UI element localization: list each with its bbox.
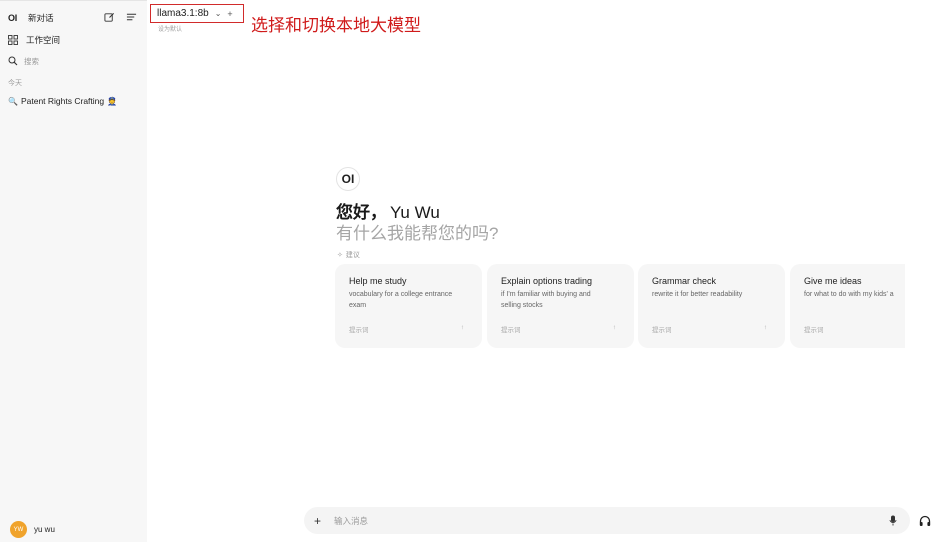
suggestion-card[interactable]: Help me study vocabulary for a college e… (335, 264, 482, 348)
card-desc: exam (349, 302, 367, 309)
chat-list-item[interactable]: 🔍 Patent Rights Crafting 👮 (8, 96, 140, 106)
sidebar-item-workspace[interactable]: 工作空间 (8, 34, 60, 46)
section-today: 今天 (8, 80, 22, 87)
workspace-label: 工作空间 (26, 35, 61, 45)
edit-icon[interactable] (103, 11, 115, 23)
oi-logo-small: OI (8, 13, 17, 23)
model-selector[interactable]: llama3.1:8b ⌄ + (150, 4, 244, 23)
card-footer: 提示词 ↑ (501, 324, 616, 334)
suggestion-card[interactable]: Explain options trading if I'm familiar … (487, 264, 634, 348)
card-desc: vocabulary for a college entrance (349, 291, 453, 298)
suggestion-cards: Help me study vocabulary for a college e… (335, 264, 905, 348)
grid-icon (8, 34, 22, 46)
suggestions-text: 建议 (345, 252, 360, 259)
search-icon (8, 55, 22, 67)
police-emoji: 👮 (107, 96, 118, 106)
search-placeholder[interactable]: 搜索 (24, 56, 39, 67)
card-desc: rewrite it for better readability (652, 291, 743, 298)
card-desc: selling stocks (501, 302, 543, 309)
card-footer: 提示词 ↑ (652, 324, 767, 334)
menu-icon[interactable] (125, 11, 137, 23)
sidebar-actions (103, 11, 137, 23)
suggestion-card[interactable]: Give me ideas for what to do with my kid… (790, 264, 905, 348)
chat-title: Patent Rights Crafting (20, 96, 105, 106)
card-title: Grammar check (652, 276, 717, 286)
card-footer: 提示词 (804, 324, 905, 334)
magnifier-emoji: 🔍 (8, 96, 18, 106)
add-model-icon[interactable]: + (227, 9, 232, 19)
user-profile[interactable]: YW yu wu (10, 521, 55, 538)
microphone-icon[interactable] (886, 515, 900, 526)
prompt-label: 提示词 (652, 327, 672, 334)
card-footer: 提示词 ↑ (349, 324, 464, 334)
message-input-bar: + (304, 507, 910, 534)
suggestion-card[interactable]: Grammar check rewrite it for better read… (638, 264, 785, 348)
set-default-link[interactable]: 设为默认 (158, 24, 182, 33)
user-name: yu wu (34, 525, 55, 534)
arrow-up-icon: ↑ (763, 324, 767, 331)
card-title: Give me ideas (804, 276, 862, 286)
plus-icon[interactable]: + (314, 514, 334, 528)
model-name: llama3.1:8b (157, 8, 209, 19)
sparkle-icon: ✧ (337, 252, 343, 259)
card-desc: if I'm familiar with buying and (501, 291, 591, 298)
prompt-label: 提示词 (804, 327, 824, 334)
new-chat-row[interactable]: OI 新对话 (8, 12, 54, 24)
headphones-icon[interactable] (918, 514, 932, 528)
chevron-down-icon[interactable]: ⌄ (215, 9, 222, 18)
sidebar: OI 新对话 工作空间 搜索 今天 🔍 Patent Rights Crafti… (0, 0, 147, 542)
message-input[interactable] (334, 515, 886, 526)
card-title: Explain options trading (501, 276, 593, 286)
card-title: Help me study (349, 276, 407, 286)
card-desc: for what to do with my kids' a (804, 291, 894, 298)
suggestions-label: ✧ 建议 (337, 250, 360, 260)
new-chat-label[interactable]: 新对话 (28, 12, 54, 24)
avatar: YW (10, 521, 27, 538)
arrow-up-icon: ↑ (460, 324, 464, 331)
prompt-label: 提示词 (349, 327, 369, 334)
oi-logo: OI (336, 167, 360, 191)
prompt-label: 提示词 (501, 327, 521, 334)
arrow-up-icon: ↑ (612, 324, 616, 331)
sidebar-search[interactable]: 搜索 (8, 55, 39, 67)
annotation-text: 选择和切换本地大模型 (251, 16, 421, 36)
subtitle: 有什么我能帮您的吗? (336, 224, 499, 243)
